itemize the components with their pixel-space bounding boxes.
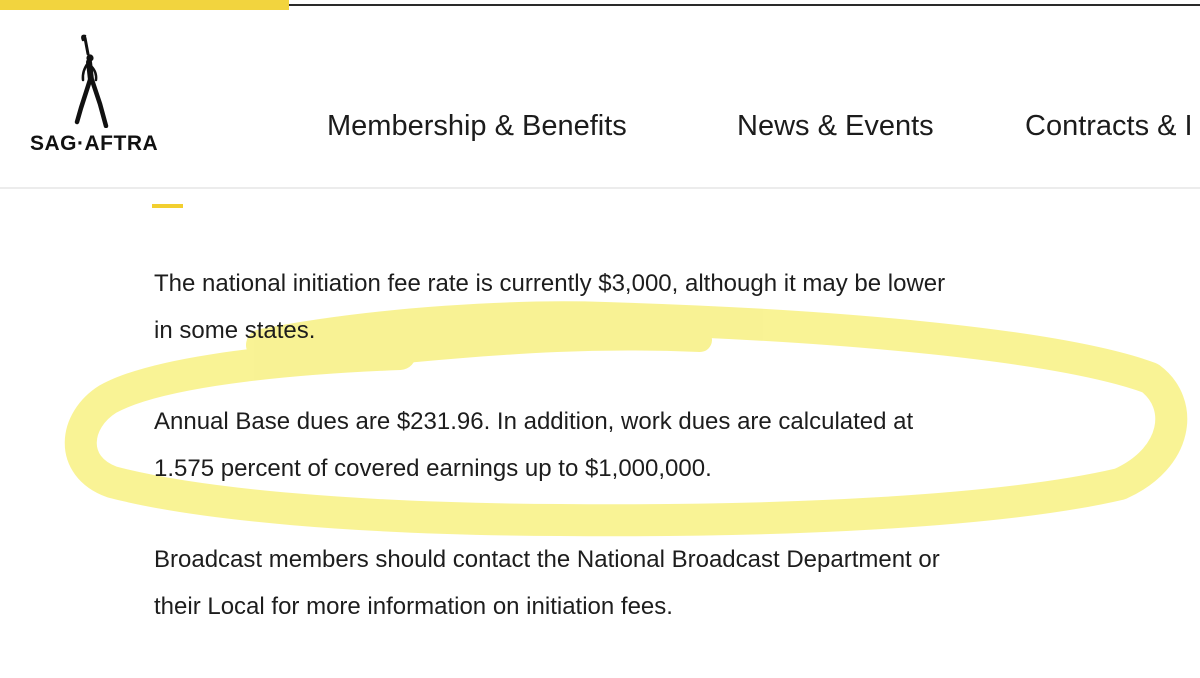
initiation-fee-paragraph: The national initiation fee rate is curr…	[154, 260, 1114, 354]
paragraph-line: The national initiation fee rate is curr…	[154, 270, 946, 297]
paragraph-line: in some states.	[154, 317, 316, 344]
broadcast-members-paragraph: Broadcast members should contact the Nat…	[154, 536, 1114, 630]
paragraph-line: Broadcast members should contact the Nat…	[154, 546, 940, 573]
paragraph-line: their Local for more information on init…	[154, 593, 673, 620]
paragraph-line: 1.575 percent of covered earnings up to …	[154, 455, 712, 482]
paragraph-line: Annual Base dues are $231.96. In additio…	[154, 408, 914, 435]
annual-dues-paragraph: Annual Base dues are $231.96. In additio…	[154, 398, 1114, 492]
main-content: The national initiation fee rate is curr…	[0, 0, 1200, 678]
